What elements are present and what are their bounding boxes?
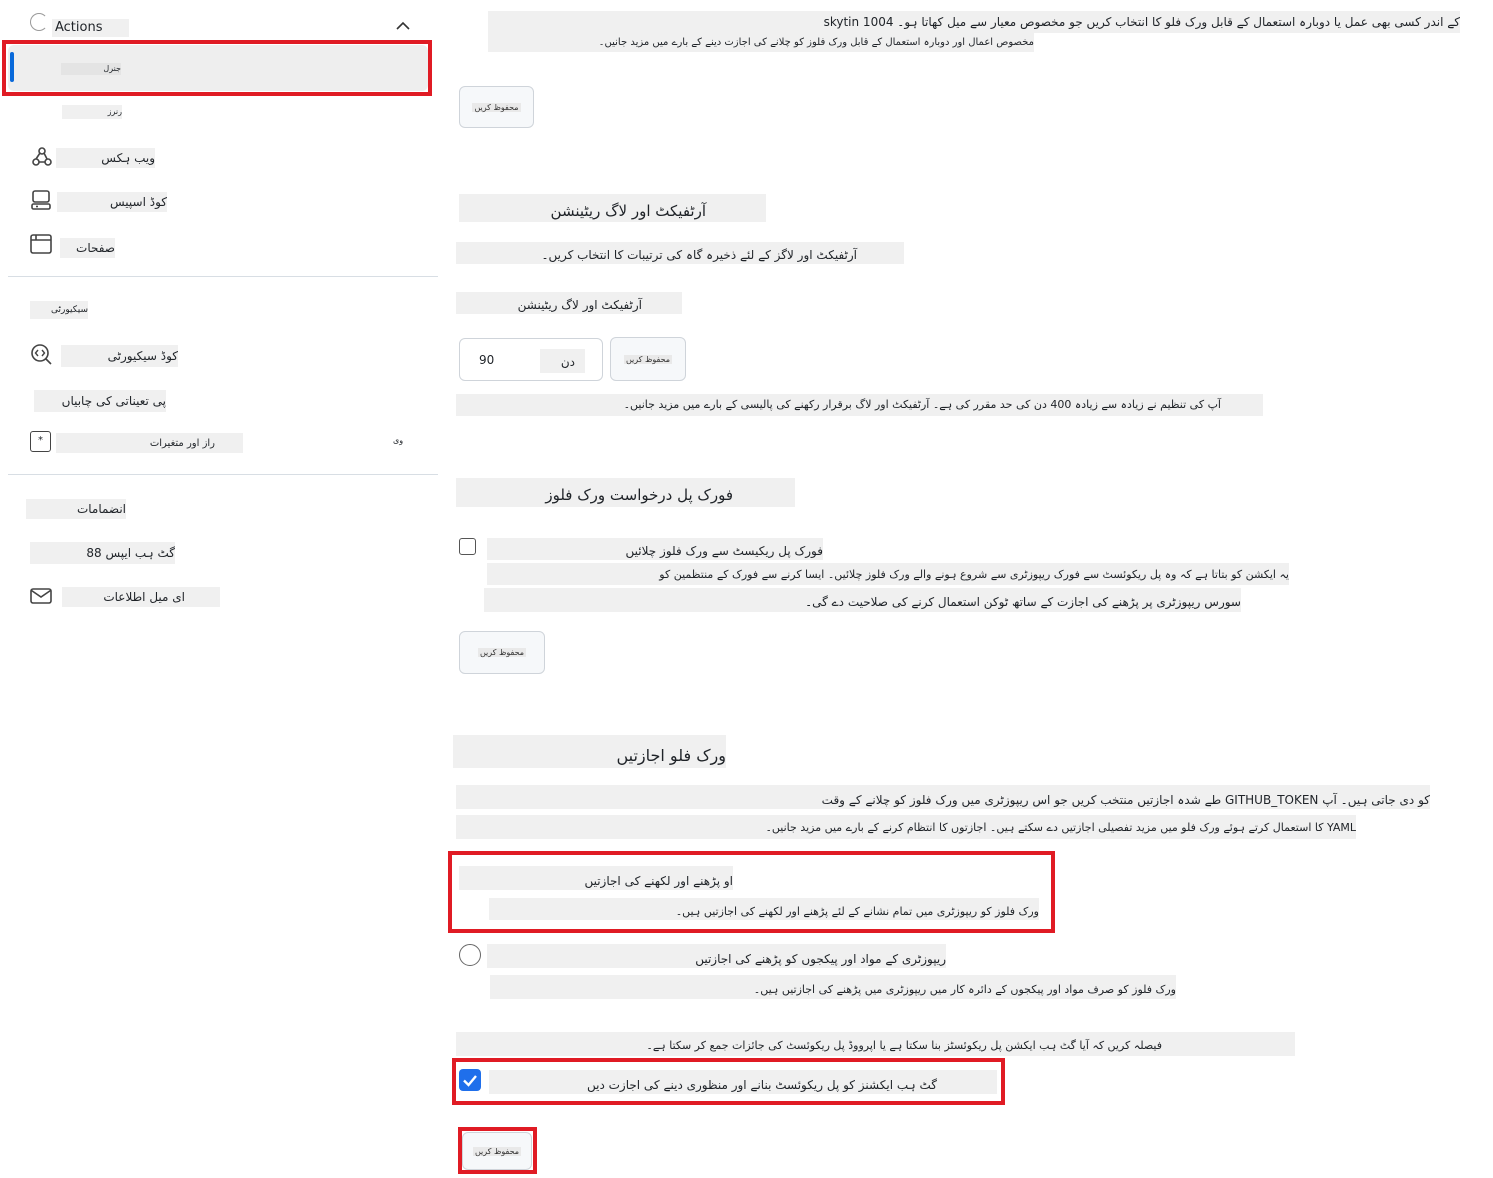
sidebar-item-github-apps[interactable]: گٹ ہب ایپس 88: [30, 542, 180, 564]
save-button[interactable]: محفوظ کریں: [459, 86, 534, 128]
retention-unit: دن: [540, 349, 585, 373]
sidebar-item-email[interactable]: ای میل اطلاعات: [28, 584, 428, 610]
option-read-only-title[interactable]: ریپوزٹری کے مواد اور پیکجوں کو پڑھنے کی …: [487, 944, 946, 968]
actions-label: Actions: [52, 19, 129, 37]
retention-value: 90: [479, 353, 495, 367]
sidebar-item-label: ای میل اطلاعات: [62, 587, 220, 607]
chevron-up-icon[interactable]: [395, 17, 411, 30]
sidebar-divider: [8, 276, 438, 277]
permissions-description-1: طے شدہ اجازتیں منتخب کریں جو اس ریپوزٹری…: [456, 785, 1430, 809]
save-button[interactable]: محفوظ کریں: [610, 337, 686, 381]
field-label: آرٹفیکٹ اور لاگ ریٹینشن: [456, 292, 682, 314]
section-heading: آرٹفیکٹ اور لاگ ریٹینشن: [459, 194, 766, 222]
option-read-only-radio[interactable]: [459, 944, 481, 966]
fork-description-1: یہ ایکشن کو بتاتا ہے کہ وہ پل ریکوئسٹ سے…: [487, 563, 1289, 585]
highlight-read-write: [448, 851, 1055, 933]
section-description: آرٹفیکٹ اور لاگز کے لئے ذخیرہ گاہ کی ترت…: [456, 242, 904, 264]
sidebar-item-label: رنرز: [62, 105, 122, 119]
sidebar-item-label: کوڈ اسپیس: [57, 192, 167, 212]
highlight-save: [458, 1127, 537, 1174]
retention-note[interactable]: آپ کی تنظیم نے زیادہ سے زیادہ 400 دن کی …: [456, 394, 1263, 416]
section-heading: ورک فلو اجازتیں: [453, 735, 726, 768]
sidebar-item-label: گٹ ہب ایپس 88: [30, 542, 175, 564]
save-button[interactable]: محفوظ کریں: [459, 631, 545, 674]
intro-learn-more[interactable]: مخصوص اعمال اور دوبارہ استعمال کے قابل و…: [488, 33, 1034, 52]
intro-text: کے اندر کسی بھی عمل یا دوبارہ استعمال کے…: [488, 11, 1460, 33]
sidebar-item-suffix: وی: [393, 436, 404, 445]
sidebar-item-integrations: انضمامات: [26, 499, 126, 519]
sidebar-item-deploy-keys[interactable]: پی تعیناتی کی چابیاں: [30, 388, 430, 414]
pr-approval-note: فیصلہ کریں کہ آیا گٹ ہب ایکشن پل ریکوئسٹ…: [456, 1032, 1295, 1056]
checkbox-label: فورک پل ریکیسٹ سے ورک فلوز چلائیں: [487, 538, 823, 560]
highlight-pr-approval: [452, 1058, 1005, 1105]
sidebar-item-label: راز اور متغیرات: [56, 433, 243, 453]
fork-pr-checkbox[interactable]: [459, 538, 476, 555]
sidebar-item-label: ویب ہکس: [56, 148, 155, 168]
sidebar-item-label: صفحات: [60, 238, 115, 258]
highlight-general: [2, 40, 432, 96]
sidebar-item-label: پی تعیناتی کی چابیاں: [34, 390, 166, 412]
actions-header[interactable]: Actions: [30, 13, 430, 39]
section-label: انضمامات: [26, 499, 126, 519]
sidebar-item-pages[interactable]: صفحات: [28, 232, 428, 260]
sidebar-item-code-security[interactable]: کوڈ سیکیورٹی: [28, 342, 428, 370]
retention-days-input[interactable]: 90 دن: [459, 338, 603, 381]
sidebar-item-codespaces[interactable]: کوڈ اسپیس: [28, 188, 428, 216]
actions-icon: [30, 13, 48, 31]
sidebar-item-label: کوڈ سیکیورٹی: [61, 345, 178, 367]
code-security-icon: [29, 342, 53, 366]
fork-description-2: سورس ریپوزٹری پر پڑھنے کی اجازت کے ساتھ …: [484, 588, 1241, 612]
sidebar-divider: [8, 474, 438, 475]
sidebar-item-label: سیکیورٹی: [30, 301, 88, 319]
sidebar-item-security[interactable]: سیکیورٹی: [30, 301, 88, 319]
sidebar-item-webhooks[interactable]: ویب ہکس: [28, 144, 428, 172]
section-heading: فورک پل درخواست ورک فلوز: [456, 478, 795, 507]
webhook-icon: [30, 145, 54, 169]
option-read-only-desc: ورک فلوز کو صرف مواد اور پیکجوں کے دائرہ…: [490, 975, 1176, 999]
pages-icon: [29, 232, 53, 256]
permissions-description-2: کا استعمال کرتے ہوئے ورک فلو میں مزید تف…: [456, 815, 1356, 839]
secret-icon: *: [30, 431, 51, 452]
sidebar-item-runners[interactable]: رنرز: [62, 105, 122, 119]
codespaces-icon: [29, 188, 53, 212]
mail-icon: [29, 584, 53, 608]
sidebar-item-secrets[interactable]: * راز اور متغیرات وی: [28, 430, 428, 456]
